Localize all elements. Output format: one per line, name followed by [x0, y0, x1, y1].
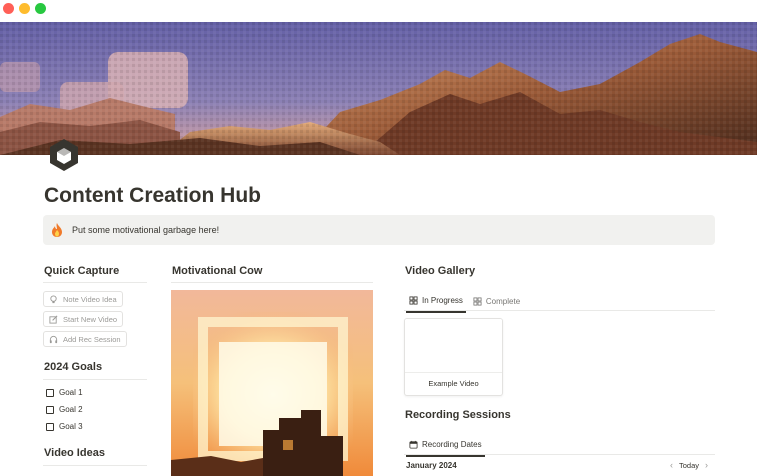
gallery-card-title: Example Video	[428, 379, 479, 388]
lightbulb-icon	[50, 294, 57, 303]
video-ideas-heading: Video Ideas	[44, 447, 105, 459]
sunset-voxel-image	[171, 290, 373, 476]
goals-heading: 2024 Goals	[44, 361, 103, 373]
edit-icon	[49, 315, 58, 324]
start-new-video-button[interactable]: Start New Video	[43, 311, 124, 327]
video-ideas-divider	[43, 465, 147, 466]
gallery-card[interactable]: Example Video	[404, 318, 503, 396]
quick-capture-heading: Quick Capture	[44, 265, 120, 277]
minimize-window-button[interactable]	[19, 3, 30, 14]
motivational-cow-image[interactable]	[171, 290, 373, 476]
recording-sessions-tabs: Recording Dates	[406, 440, 489, 457]
voxel-landscape-illustration	[0, 22, 757, 155]
add-rec-session-label: Add Rec Session	[63, 334, 121, 344]
motivational-cow-heading: Motivational Cow	[172, 265, 263, 277]
tab-recording-dates-label: Recording Dates	[422, 440, 482, 449]
goal-item[interactable]: Goal 1	[46, 388, 83, 397]
hexagon-cube-icon[interactable]	[46, 137, 82, 173]
tab-in-progress[interactable]: In Progress	[406, 296, 466, 313]
note-video-idea-button[interactable]: Note Video Idea	[43, 291, 123, 307]
tab-complete[interactable]: Complete	[470, 296, 523, 313]
gallery-grid-icon	[409, 296, 418, 305]
add-rec-session-button[interactable]: Add Rec Session	[43, 331, 127, 347]
callout-block[interactable]: Put some motivational garbage here!	[43, 215, 715, 245]
fire-icon	[51, 223, 63, 237]
goals-divider	[43, 379, 147, 380]
quick-capture-divider	[43, 282, 147, 283]
goal-label: Goal 3	[59, 422, 83, 431]
close-window-button[interactable]	[3, 3, 14, 14]
note-video-idea-label: Note Video Idea	[63, 294, 117, 304]
goal-label: Goal 2	[59, 405, 83, 414]
callout-text: Put some motivational garbage here!	[72, 225, 220, 235]
today-button[interactable]: Today	[679, 461, 699, 470]
gallery-grid-icon	[473, 297, 482, 306]
video-gallery-heading: Video Gallery	[405, 265, 476, 277]
window-titlebar	[0, 0, 757, 22]
goal-checkbox[interactable]	[46, 388, 54, 397]
page-title[interactable]: Content Creation Hub	[44, 184, 261, 208]
motivational-cow-divider	[171, 282, 373, 283]
goal-item[interactable]: Goal 3	[46, 422, 83, 431]
page-cover-image[interactable]	[0, 22, 757, 155]
tab-complete-label: Complete	[485, 297, 521, 306]
calendar-navigation: ‹ Today ›	[664, 460, 714, 470]
goal-label: Goal 1	[59, 388, 83, 397]
gallery-card-preview	[405, 319, 502, 373]
goal-checkbox[interactable]	[46, 422, 54, 431]
calendar-month-label: January 2024	[406, 461, 457, 470]
recording-sessions-heading: Recording Sessions	[405, 409, 511, 421]
video-gallery-tabs: In Progress Complete	[406, 296, 527, 313]
calendar-icon	[409, 440, 418, 449]
tab-recording-dates[interactable]: Recording Dates	[406, 440, 485, 457]
goal-item[interactable]: Goal 2	[46, 405, 83, 414]
chevron-right-icon[interactable]: ›	[705, 460, 708, 470]
start-new-video-label: Start New Video	[63, 314, 118, 324]
tab-in-progress-label: In Progress	[422, 296, 463, 305]
zoom-window-button[interactable]	[35, 3, 46, 14]
headphones-icon	[49, 335, 58, 343]
goal-checkbox[interactable]	[46, 405, 54, 414]
chevron-left-icon[interactable]: ‹	[670, 460, 673, 470]
